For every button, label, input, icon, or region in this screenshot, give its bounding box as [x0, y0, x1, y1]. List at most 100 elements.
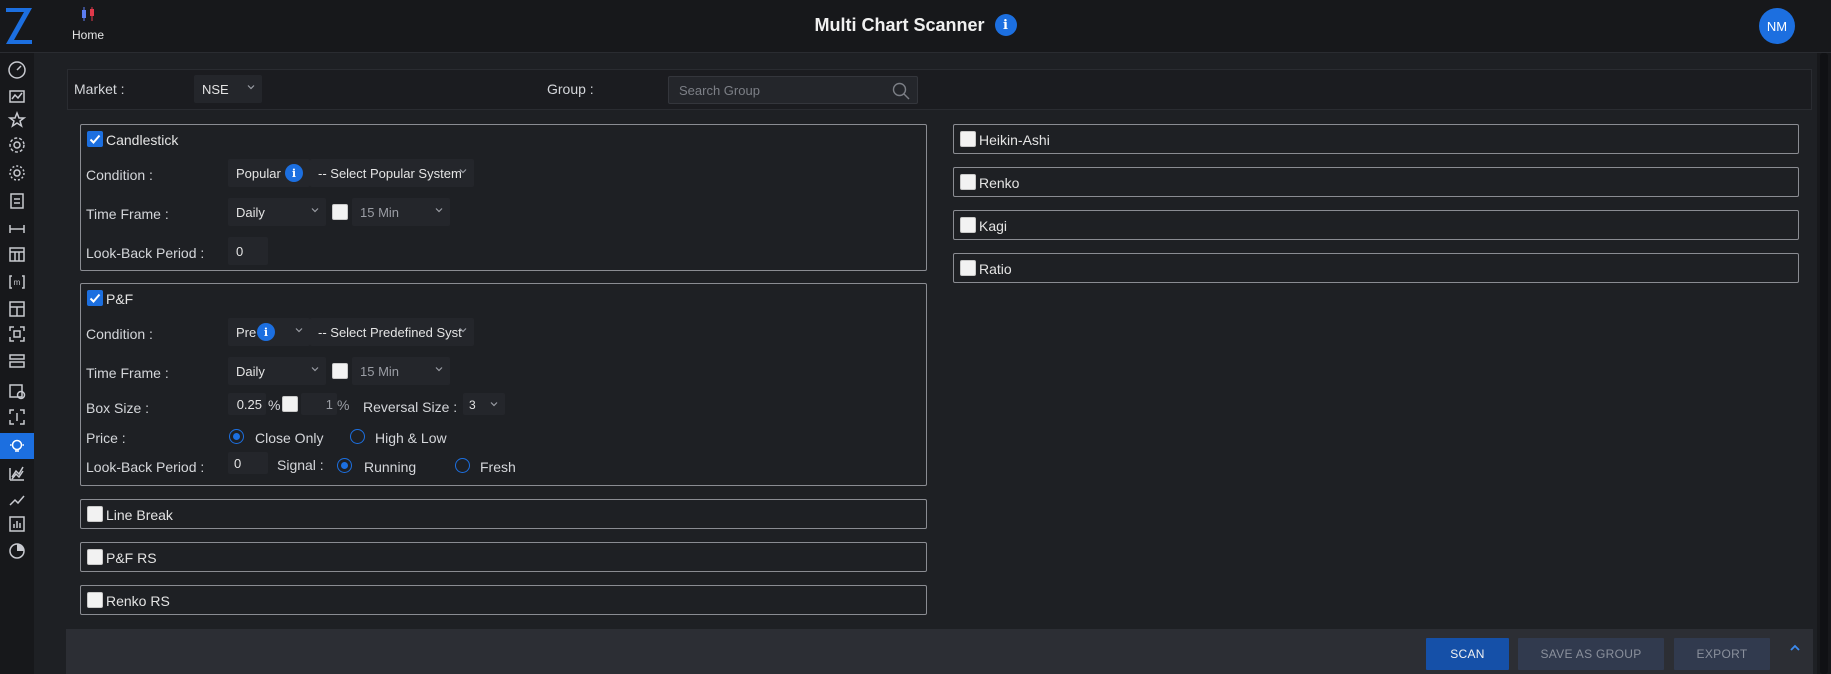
kagi-panel[interactable]: Kagi: [953, 210, 1799, 240]
popular-system-select[interactable]: -- Select Popular System: [310, 159, 474, 187]
signal-running-radio[interactable]: [337, 458, 352, 473]
svg-text:m: m: [14, 278, 21, 287]
speedometer-icon: [8, 61, 26, 79]
condition-label: Condition :: [86, 167, 153, 183]
price-high-low-radio[interactable]: [350, 429, 365, 444]
renko-checkbox[interactable]: [960, 174, 976, 190]
sidebar-item-scan-grid[interactable]: [0, 404, 34, 430]
sidebar-item-star[interactable]: [0, 107, 34, 133]
save-as-group-button[interactable]: SAVE AS GROUP: [1518, 638, 1664, 670]
chevron-down-icon: [311, 367, 319, 372]
price-close-only-radio[interactable]: [229, 429, 244, 444]
pnf-label: P&F: [106, 291, 134, 307]
gear-alt-icon: [9, 165, 25, 181]
ratio-panel[interactable]: Ratio: [953, 253, 1799, 283]
top-header: Home Multi Chart Scanner i NM: [0, 0, 1831, 53]
line-break-checkbox[interactable]: [87, 506, 103, 522]
group-search-input[interactable]: [669, 77, 879, 103]
predefined-system-value: -- Select Predefined Syst: [318, 325, 462, 340]
sidebar-item-list-stack[interactable]: [0, 348, 34, 374]
sidebar-item-calendar-grid[interactable]: [0, 241, 34, 267]
sidebar-item-calendar-clock[interactable]: [0, 378, 34, 404]
sidebar-item-gear-alt[interactable]: [0, 160, 34, 186]
sidebar-item-scan-frame[interactable]: [0, 321, 34, 347]
image-chart-icon: [9, 90, 25, 103]
pnf-checkbox[interactable]: [87, 290, 103, 306]
lookback-input[interactable]: [228, 237, 268, 265]
pnf-timeframe-select[interactable]: Daily: [228, 357, 326, 385]
pnf-timeframe2-select[interactable]: 15 Min: [352, 357, 450, 385]
box-size2-input[interactable]: [301, 393, 337, 415]
sidebar-item-bar-chart[interactable]: [0, 511, 34, 537]
sidebar-item-pie-gear[interactable]: [0, 538, 34, 564]
renko-rs-checkbox[interactable]: [87, 592, 103, 608]
sidebar-item-trend-line[interactable]: [0, 487, 34, 513]
pnf-lookback-input[interactable]: [228, 452, 268, 474]
signal-fresh-radio[interactable]: [455, 458, 470, 473]
sidebar-item-resize-horizontal[interactable]: [0, 216, 34, 242]
sidebar-item-image-chart[interactable]: [0, 83, 34, 109]
price-high-low-label: High & Low: [375, 430, 447, 446]
renko-rs-panel[interactable]: Renko RS: [80, 585, 927, 615]
market-label: Market :: [74, 81, 125, 97]
page-title-area: Multi Chart Scanner i: [0, 14, 1831, 36]
line-break-panel[interactable]: Line Break: [80, 499, 927, 529]
pnf-lookback-label: Look-Back Period :: [86, 459, 205, 475]
box-size2-checkbox[interactable]: [282, 396, 298, 412]
chevron-up-icon[interactable]: [1788, 641, 1802, 655]
sidebar-item-m-bracket[interactable]: m: [0, 269, 34, 295]
market-select[interactable]: NSE: [194, 75, 262, 103]
ratio-label: Ratio: [979, 261, 1012, 277]
ratio-checkbox[interactable]: [960, 260, 976, 276]
home-button[interactable]: Home: [66, 4, 110, 48]
export-button[interactable]: EXPORT: [1674, 638, 1770, 670]
condition-info-icon[interactable]: i: [285, 164, 303, 182]
multi-chart-icon: [9, 466, 24, 481]
timeframe-value: Daily: [236, 205, 265, 220]
chevron-down-icon: [435, 208, 443, 213]
user-avatar[interactable]: NM: [1759, 8, 1795, 44]
sidebar-item-gear[interactable]: [0, 132, 34, 158]
renko-panel[interactable]: Renko: [953, 167, 1799, 197]
vertical-scrollbar[interactable]: [1817, 53, 1831, 674]
scrollbar-thumb[interactable]: [1820, 53, 1828, 674]
main-content: Market : NSE Group : Candlestick Conditi…: [66, 53, 1813, 674]
clipboard-icon: [10, 193, 24, 209]
pie-gear-icon: [9, 543, 25, 559]
kagi-checkbox[interactable]: [960, 217, 976, 233]
title-info-icon[interactable]: i: [994, 14, 1017, 36]
sidebar-item-multi-chart[interactable]: [0, 460, 34, 486]
pnf-condition-type-value: Pre: [236, 325, 257, 340]
sidebar-item-speedometer[interactable]: [0, 57, 34, 83]
box-size-input[interactable]: [228, 393, 266, 415]
pnf-rs-checkbox[interactable]: [87, 549, 103, 565]
timeframe2-checkbox[interactable]: [332, 204, 348, 220]
sidebar-item-layout[interactable]: [0, 296, 34, 322]
sidebar-item-clipboard[interactable]: [0, 187, 34, 213]
sidebar-item-lightbulb[interactable]: [0, 433, 34, 459]
heikin-ashi-panel[interactable]: Heikin-Ashi: [953, 124, 1799, 154]
timeframe2-select[interactable]: 15 Min: [352, 198, 450, 226]
m-bracket-icon: m: [9, 275, 25, 289]
renko-rs-label: Renko RS: [106, 593, 170, 609]
search-icon[interactable]: [891, 81, 911, 101]
scan-frame-icon: [9, 326, 25, 342]
lookback-label: Look-Back Period :: [86, 245, 205, 261]
app-root: Home Multi Chart Scanner i NM m Market :…: [0, 0, 1831, 674]
chevron-down-icon: [490, 402, 498, 407]
pnf-condition-info-icon[interactable]: i: [257, 323, 275, 341]
pnf-timeframe2-checkbox[interactable]: [332, 363, 348, 379]
timeframe-select[interactable]: Daily: [228, 198, 326, 226]
reversal-size-select[interactable]: 3: [463, 393, 505, 415]
sidebar-nav: m: [0, 53, 34, 674]
candlestick-checkbox[interactable]: [87, 131, 103, 147]
scan-button[interactable]: SCAN: [1426, 638, 1509, 670]
layout-icon: [9, 301, 25, 317]
candlestick-panel: Candlestick Condition : Popular i -- Sel…: [80, 124, 927, 271]
heikin-ashi-checkbox[interactable]: [960, 131, 976, 147]
predefined-system-select[interactable]: -- Select Predefined Syst: [310, 318, 474, 346]
pnf-timeframe-value: Daily: [236, 364, 265, 379]
lightbulb-icon: [10, 439, 24, 452]
pnf-rs-panel[interactable]: P&F RS: [80, 542, 927, 572]
app-logo-icon[interactable]: [2, 4, 36, 48]
